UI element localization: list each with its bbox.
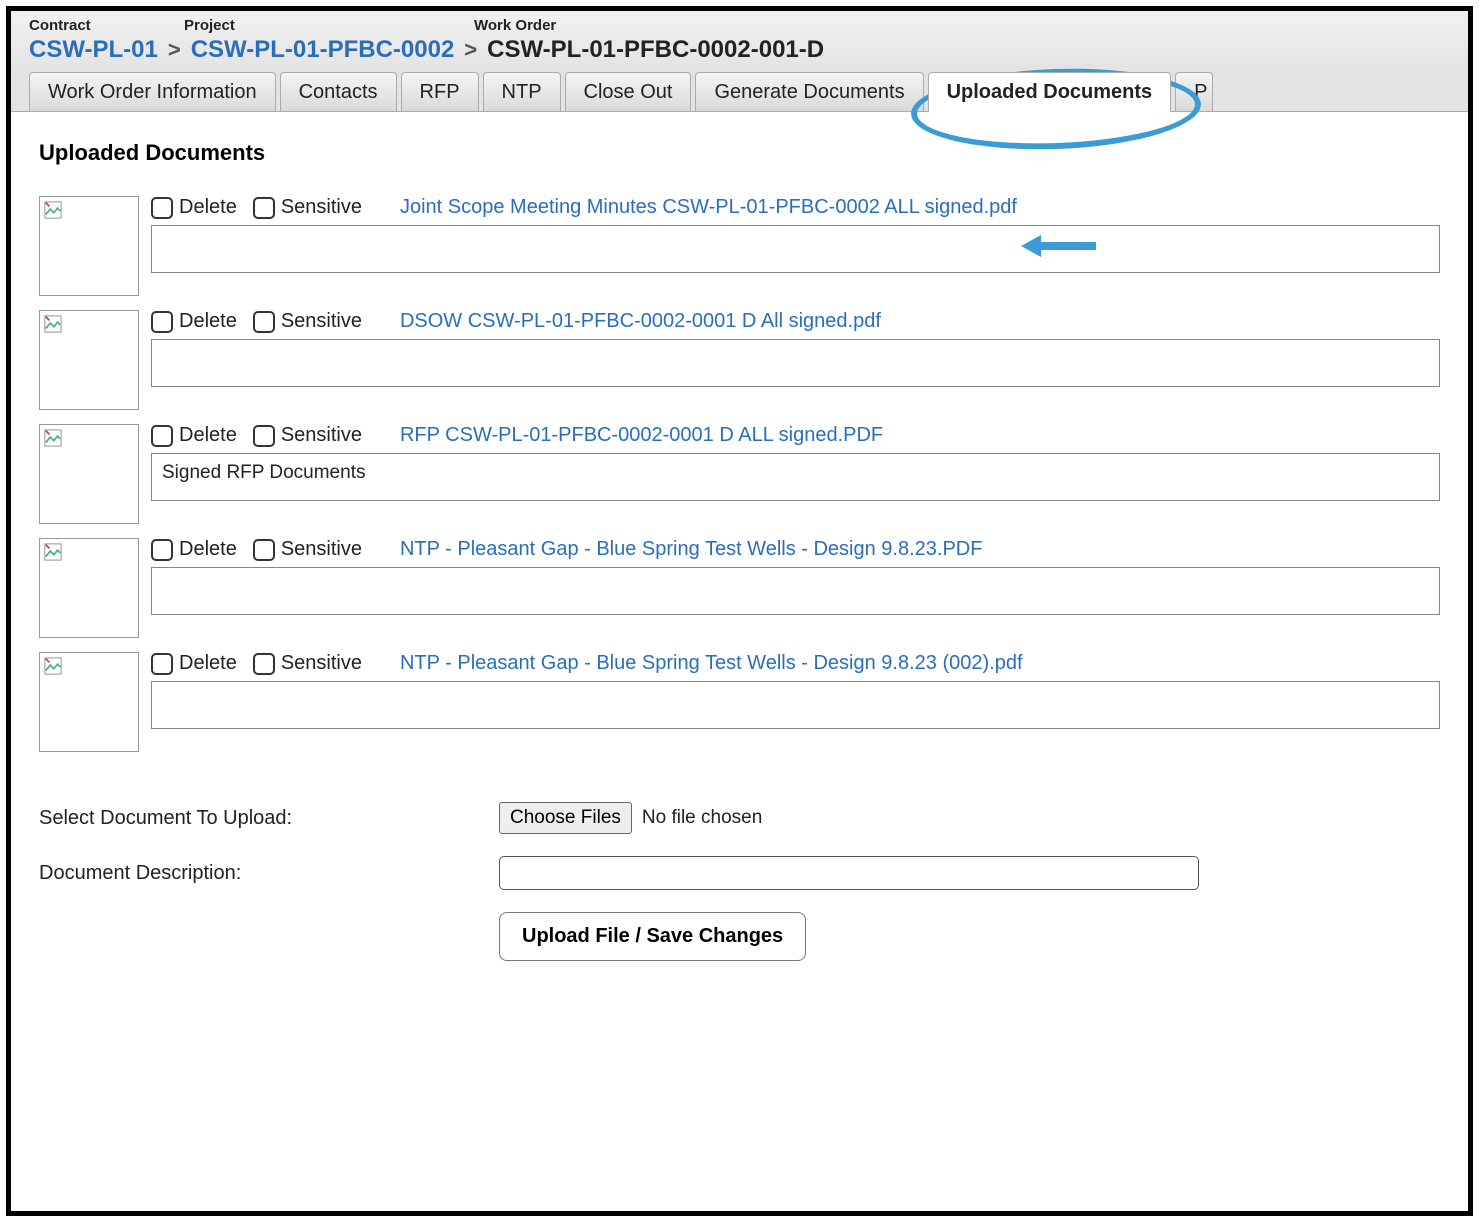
no-file-chosen-text: No file chosen [642,807,762,829]
breadcrumb-sep: > [464,37,477,63]
doc-row: Delete Sensitive NTP - Pleasant Gap - Bl… [39,652,1440,752]
doc-description-input[interactable] [499,856,1199,890]
sensitive-label: Sensitive [281,652,362,675]
upload-section: Select Document To Upload: Choose Files … [39,802,1440,961]
header-bar: Contract Project Work Order CSW-PL-01 > … [11,11,1468,72]
tab-ntp[interactable]: NTP [483,72,561,112]
broken-image-icon [44,543,62,561]
content-panel: Uploaded Documents Delete Sensitive Join… [11,111,1468,989]
doc-thumbnail[interactable] [39,424,139,524]
broken-image-icon [44,201,62,219]
doc-thumbnail[interactable] [39,196,139,296]
doc-description-field[interactable] [151,339,1440,387]
delete-label: Delete [179,538,237,561]
delete-label: Delete [179,424,237,447]
sensitive-label: Sensitive [281,424,362,447]
delete-checkbox[interactable] [151,197,173,219]
broken-image-icon [44,657,62,675]
doc-row: Delete Sensitive Joint Scope Meeting Min… [39,196,1440,296]
sensitive-checkbox[interactable] [253,311,275,333]
breadcrumb-sep: > [168,37,181,63]
tab-generate-docs[interactable]: Generate Documents [695,72,923,112]
doc-link[interactable]: RFP CSW-PL-01-PFBC-0002-0001 D ALL signe… [400,424,883,447]
breadcrumb-workorder: CSW-PL-01-PFBC-0002-001-D [487,36,824,64]
app-frame: Contract Project Work Order CSW-PL-01 > … [6,6,1473,1216]
doc-description-field[interactable] [151,681,1440,729]
doc-link[interactable]: DSOW CSW-PL-01-PFBC-0002-0001 D All sign… [400,310,881,333]
select-doc-label: Select Document To Upload: [39,807,499,830]
breadcrumb-label-workorder: Work Order [474,17,556,34]
breadcrumb-label-contract: Contract [29,17,164,34]
doc-description-field[interactable]: Signed RFP Documents [151,453,1440,501]
sensitive-checkbox[interactable] [253,197,275,219]
doc-description-field[interactable] [151,225,1440,273]
tab-work-order-info[interactable]: Work Order Information [29,72,276,112]
delete-checkbox[interactable] [151,311,173,333]
upload-save-button[interactable]: Upload File / Save Changes [499,912,806,961]
broken-image-icon [44,315,62,333]
doc-thumbnail[interactable] [39,310,139,410]
breadcrumb-project-link[interactable]: CSW-PL-01-PFBC-0002 [191,36,455,64]
delete-checkbox[interactable] [151,653,173,675]
delete-checkbox[interactable] [151,425,173,447]
breadcrumb-labels: Contract Project Work Order [29,17,1450,34]
sensitive-checkbox[interactable] [253,653,275,675]
sensitive-checkbox[interactable] [253,539,275,561]
breadcrumb: CSW-PL-01 > CSW-PL-01-PFBC-0002 > CSW-PL… [29,34,1450,72]
doc-description-field[interactable] [151,567,1440,615]
breadcrumb-contract-link[interactable]: CSW-PL-01 [29,36,158,64]
doc-link[interactable]: NTP - Pleasant Gap - Blue Spring Test We… [400,652,1023,675]
doc-row: Delete Sensitive DSOW CSW-PL-01-PFBC-000… [39,310,1440,410]
doc-thumbnail[interactable] [39,652,139,752]
broken-image-icon [44,429,62,447]
tab-contacts[interactable]: Contacts [280,72,397,112]
choose-files-button[interactable]: Choose Files [499,802,632,834]
sensitive-label: Sensitive [281,310,362,333]
doc-thumbnail[interactable] [39,538,139,638]
tab-close-out[interactable]: Close Out [565,72,692,112]
sensitive-label: Sensitive [281,196,362,219]
doc-row: Delete Sensitive RFP CSW-PL-01-PFBC-0002… [39,424,1440,524]
delete-label: Delete [179,652,237,675]
doc-link[interactable]: Joint Scope Meeting Minutes CSW-PL-01-PF… [400,196,1017,219]
tab-rfp[interactable]: RFP [401,72,479,112]
sensitive-checkbox[interactable] [253,425,275,447]
sensitive-label: Sensitive [281,538,362,561]
doc-description-label: Document Description: [39,862,499,885]
delete-checkbox[interactable] [151,539,173,561]
delete-label: Delete [179,196,237,219]
tab-partial[interactable]: P [1175,72,1212,112]
doc-row: Delete Sensitive NTP - Pleasant Gap - Bl… [39,538,1440,638]
delete-label: Delete [179,310,237,333]
doc-link[interactable]: NTP - Pleasant Gap - Blue Spring Test We… [400,538,982,561]
breadcrumb-label-project: Project [184,17,454,34]
tab-uploaded-docs[interactable]: Uploaded Documents [928,72,1172,112]
tabs-row: Work Order Information Contacts RFP NTP … [11,72,1468,112]
section-title: Uploaded Documents [39,140,1440,166]
